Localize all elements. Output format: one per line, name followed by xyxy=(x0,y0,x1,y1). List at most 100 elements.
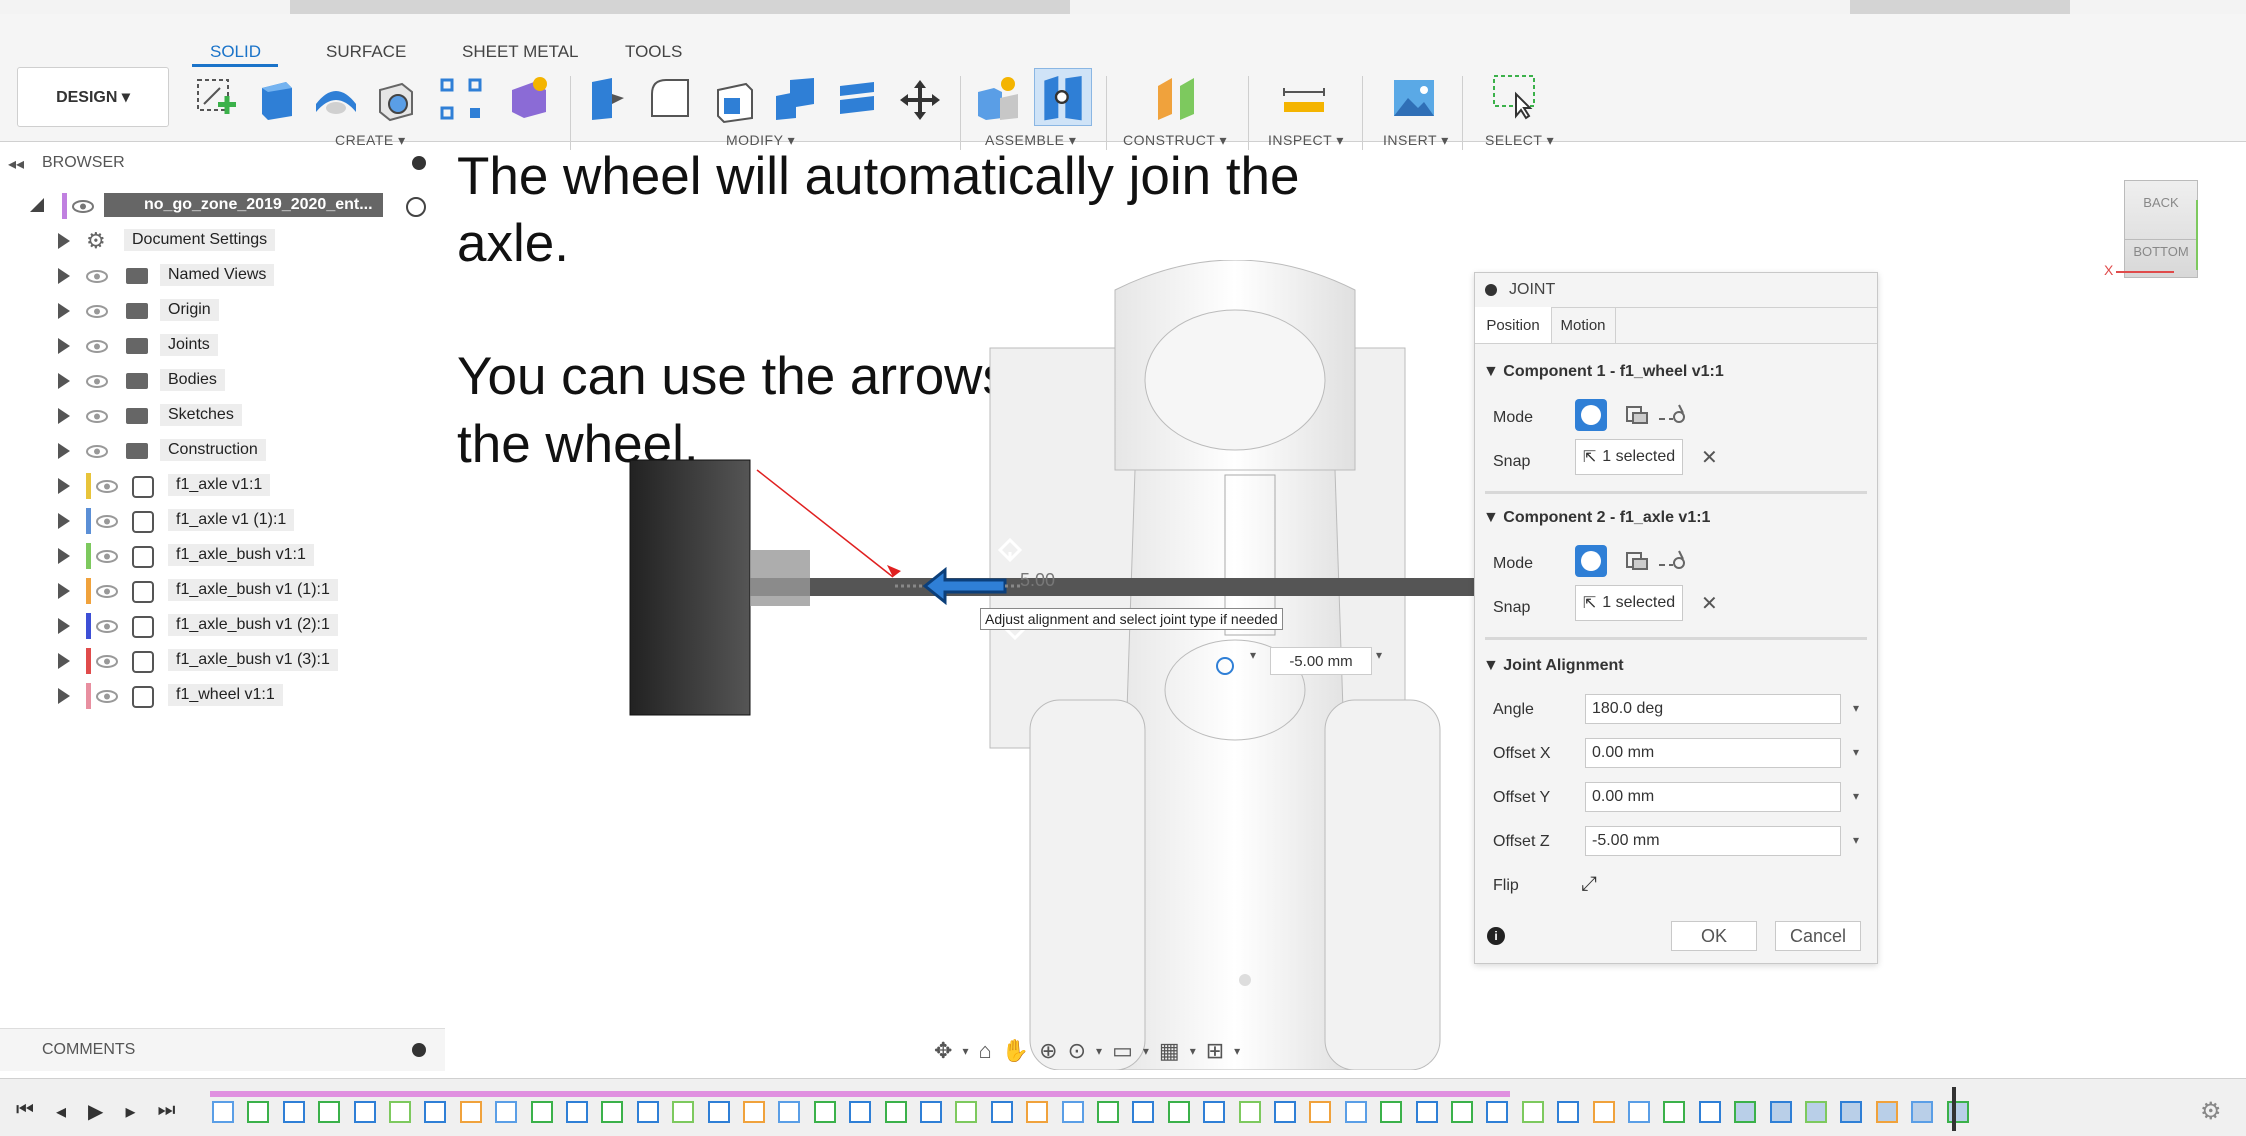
tab-surface[interactable]: SURFACE xyxy=(326,42,406,62)
timeline-feature-icon[interactable] xyxy=(707,1101,730,1123)
activate-radio-icon[interactable] xyxy=(406,197,426,217)
timeline-marker[interactable] xyxy=(1952,1087,1956,1131)
timeline-feature-icon[interactable] xyxy=(813,1101,836,1123)
collapse-browser-icon[interactable]: ◂◂ xyxy=(8,154,24,174)
expand-triangle-icon[interactable] xyxy=(58,233,70,249)
expand-triangle-icon[interactable] xyxy=(58,653,70,669)
display-dropdown[interactable]: ▾ xyxy=(1143,1044,1149,1058)
browser-item[interactable]: Origin xyxy=(0,296,445,326)
mode-tangent-icon[interactable] xyxy=(1655,545,1687,577)
mode-simple-icon[interactable] xyxy=(1575,545,1607,577)
info-icon[interactable]: i xyxy=(1487,927,1505,945)
workspace-design-button[interactable]: DESIGN ▾ xyxy=(17,67,169,127)
root-component-label[interactable]: no_go_zone_2019_2020_ent... xyxy=(104,193,383,217)
step-back-icon[interactable]: ◂ xyxy=(56,1099,66,1124)
flip-icon[interactable]: ⤢ xyxy=(1581,873,1597,896)
expand-triangle-icon[interactable] xyxy=(58,303,70,319)
browser-item[interactable]: f1_axle v1 (1):1 xyxy=(0,506,445,536)
timeline-feature-icon[interactable] xyxy=(601,1101,624,1123)
viewports-icon[interactable]: ⊞ xyxy=(1206,1038,1224,1064)
browser-item[interactable]: Construction xyxy=(0,436,445,466)
fit-dropdown[interactable]: ▾ xyxy=(1096,1044,1102,1058)
offset-x-dropdown[interactable]: ▾ xyxy=(1853,745,1859,759)
timeline-feature-icon[interactable] xyxy=(743,1101,765,1123)
offset-z-dropdown[interactable]: ▾ xyxy=(1853,833,1859,847)
offset-z-input[interactable]: -5.00 mm xyxy=(1585,826,1841,856)
component-2-clear-icon[interactable]: ✕ xyxy=(1701,591,1718,616)
timeline-feature-icon[interactable] xyxy=(318,1101,341,1123)
timeline-feature-icon[interactable] xyxy=(672,1101,695,1123)
joint-alignment-heading[interactable]: ▼ Joint Alignment xyxy=(1483,657,1624,675)
timeline-feature-icon[interactable] xyxy=(1698,1101,1721,1123)
grid-dropdown[interactable]: ▾ xyxy=(1190,1044,1196,1058)
timeline-feature-icon[interactable] xyxy=(1521,1101,1544,1123)
mode-between-icon[interactable] xyxy=(1621,545,1653,577)
expand-triangle-icon[interactable] xyxy=(58,373,70,389)
distance-unit-dropdown[interactable]: ▾ xyxy=(1376,648,1382,662)
view-cube[interactable]: BACK BOTTOM xyxy=(2124,180,2198,278)
ok-button[interactable]: OK xyxy=(1671,921,1757,951)
timeline-feature-icon[interactable] xyxy=(636,1101,659,1123)
tab-position[interactable]: Position xyxy=(1475,307,1552,343)
browser-item[interactable]: f1_axle_bush v1:1 xyxy=(0,541,445,571)
timeline-feature-icon[interactable] xyxy=(1840,1101,1863,1123)
timeline-feature-icon[interactable] xyxy=(247,1101,270,1123)
press-pull-icon[interactable] xyxy=(584,74,632,122)
tab-sheet-metal[interactable]: SHEET METAL xyxy=(462,42,579,62)
grid-icon[interactable]: ▦ xyxy=(1159,1038,1180,1064)
browser-item[interactable]: ⚙ Document Settings xyxy=(0,226,445,256)
timeline-feature-icon[interactable] xyxy=(459,1101,482,1123)
visibility-eye-icon[interactable] xyxy=(96,585,118,598)
revolve-icon[interactable] xyxy=(312,74,360,122)
expand-triangle-icon[interactable] xyxy=(58,513,70,529)
pattern-icon[interactable] xyxy=(438,76,486,124)
insert-image-icon[interactable] xyxy=(1390,74,1438,122)
split-body-icon[interactable] xyxy=(834,74,882,122)
pan-icon[interactable]: ✋ xyxy=(1002,1038,1029,1064)
angle-input[interactable]: 180.0 deg xyxy=(1585,694,1841,724)
expanded-triangle-icon[interactable] xyxy=(30,198,44,212)
browser-pin-icon[interactable] xyxy=(412,156,426,170)
create-form-icon[interactable] xyxy=(504,72,552,120)
orbit-icon[interactable]: ✥ xyxy=(934,1038,952,1064)
angle-dropdown[interactable]: ▾ xyxy=(1853,701,1859,715)
timeline-feature-icon[interactable] xyxy=(1557,1101,1580,1123)
timeline-feature-icon[interactable] xyxy=(849,1101,872,1123)
browser-item[interactable]: f1_axle v1:1 xyxy=(0,471,445,501)
create-menu[interactable]: CREATE ▾ xyxy=(335,132,406,149)
timeline-feature-icon[interactable] xyxy=(1132,1101,1155,1123)
zoom-icon[interactable]: ⊕ xyxy=(1039,1038,1057,1064)
timeline-feature-icon[interactable] xyxy=(1097,1101,1119,1123)
fillet-icon[interactable] xyxy=(646,74,694,122)
timeline-feature-icon[interactable] xyxy=(424,1101,447,1123)
expand-triangle-icon[interactable] xyxy=(58,688,70,704)
comments-panel[interactable]: COMMENTS xyxy=(0,1028,445,1071)
timeline-feature-icon[interactable] xyxy=(1628,1101,1650,1123)
timeline-feature-icon[interactable] xyxy=(1415,1101,1438,1123)
timeline-feature-icon[interactable] xyxy=(566,1101,588,1123)
timeline-feature-icon[interactable] xyxy=(530,1101,553,1123)
offset-y-input[interactable]: 0.00 mm xyxy=(1585,782,1841,812)
dialog-collapse-icon[interactable] xyxy=(1485,284,1497,296)
tab-motion[interactable]: Motion xyxy=(1551,307,1616,343)
distance-input[interactable]: -5.00 mm xyxy=(1270,647,1372,675)
joint-dialog-header[interactable]: JOINT xyxy=(1475,273,1877,308)
expand-triangle-icon[interactable] xyxy=(58,408,70,424)
expand-triangle-icon[interactable] xyxy=(58,268,70,284)
offset-y-dropdown[interactable]: ▾ xyxy=(1853,789,1859,803)
timeline-feature-icon[interactable] xyxy=(920,1101,942,1123)
timeline-feature-icon[interactable] xyxy=(1769,1101,1792,1123)
select-menu[interactable]: SELECT ▾ xyxy=(1485,132,1554,149)
visibility-eye-icon[interactable] xyxy=(96,515,118,528)
sweep-icon[interactable] xyxy=(372,74,420,122)
visibility-eye-icon[interactable] xyxy=(86,375,108,388)
expand-triangle-icon[interactable] xyxy=(58,548,70,564)
fit-icon[interactable]: ⊙ xyxy=(1068,1038,1086,1064)
go-to-start-icon[interactable]: ⏮ xyxy=(16,1099,34,1124)
timeline-feature-icon[interactable] xyxy=(1344,1101,1367,1123)
extrude-icon[interactable] xyxy=(252,74,300,122)
timeline-feature-icon[interactable] xyxy=(778,1101,801,1123)
timeline-feature-icon[interactable] xyxy=(1167,1101,1190,1123)
timeline-feature-icon[interactable] xyxy=(389,1101,411,1123)
create-sketch-icon[interactable] xyxy=(192,74,240,122)
